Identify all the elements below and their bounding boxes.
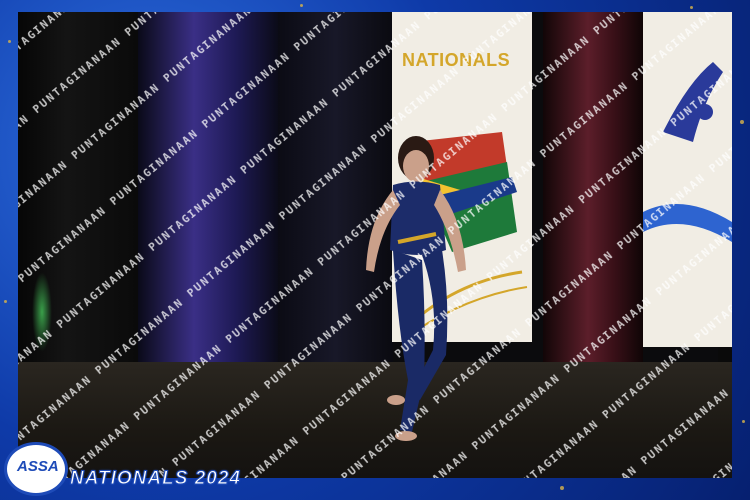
event-title: NATIONALS 2024 [70, 468, 241, 490]
green-light [32, 272, 52, 352]
assa-logo: ASSA [4, 442, 68, 496]
gymnast-banner [643, 12, 732, 347]
dancer-figure [366, 136, 466, 441]
gymnast-silhouette-icon [663, 62, 723, 142]
banner-wave [643, 204, 732, 242]
banner-title: NATIONALS [402, 50, 511, 70]
curtain-purple [138, 12, 278, 372]
event-branding: ASSA NATIONALS 2024 [4, 442, 334, 496]
curtain-red [543, 12, 643, 372]
logo-text: ASSA [17, 458, 59, 475]
stage-photo: NATIONALS [18, 12, 732, 478]
